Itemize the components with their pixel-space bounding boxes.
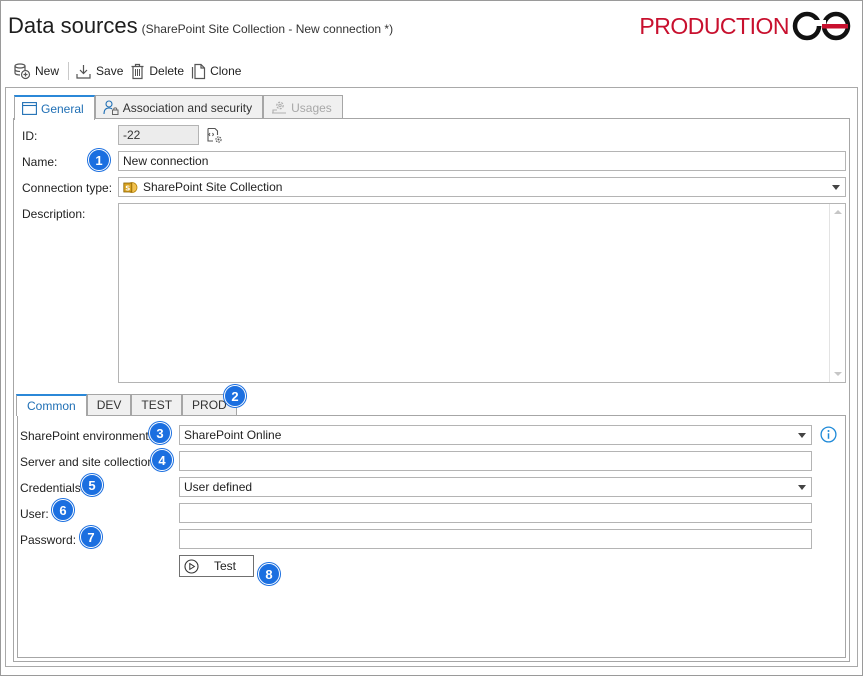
svg-text:S: S bbox=[125, 185, 130, 193]
environment-brand: PRODUCTION bbox=[639, 11, 854, 41]
id-field: -22 bbox=[118, 125, 199, 145]
sharepoint-environment-select[interactable]: SharePoint Online bbox=[179, 425, 812, 445]
info-icon[interactable] bbox=[820, 426, 837, 443]
password-input[interactable] bbox=[179, 529, 812, 549]
environment-label: PRODUCTION bbox=[639, 12, 789, 39]
main-tabs: General Association and security Usages bbox=[14, 95, 343, 120]
credentials-select[interactable]: User defined bbox=[179, 477, 812, 497]
tab-dev[interactable]: DEV bbox=[86, 394, 132, 415]
id-label: ID: bbox=[22, 129, 38, 143]
common-panel: SharePoint environment: 3 SharePoint Onl… bbox=[17, 415, 846, 658]
clone-button[interactable]: Clone bbox=[189, 63, 246, 80]
callout-badge-1: 1 bbox=[88, 149, 110, 171]
page-title: Data sources (SharePoint Site Collection … bbox=[8, 13, 393, 39]
tab-common[interactable]: Common bbox=[16, 394, 87, 416]
credentials-label: Credentials: bbox=[20, 481, 85, 495]
callout-badge-7: 7 bbox=[80, 526, 102, 548]
callout-badge-2: 2 bbox=[224, 385, 246, 407]
tab-general-label: General bbox=[41, 101, 84, 116]
toolbar-divider bbox=[68, 62, 70, 80]
tab-general[interactable]: General bbox=[14, 95, 95, 120]
tab-test[interactable]: TEST bbox=[131, 394, 183, 415]
callout-badge-3: 3 bbox=[149, 422, 171, 444]
connection-type-value: SharePoint Site Collection bbox=[143, 180, 283, 194]
id-settings-icon[interactable] bbox=[206, 127, 224, 145]
environment-tabs: Common DEV TEST PROD bbox=[16, 394, 237, 416]
general-panel: ID: -22 Name: 1 New connection Connectio… bbox=[13, 118, 850, 662]
test-button[interactable]: Test bbox=[179, 555, 254, 577]
tab-association-and-security[interactable]: Association and security bbox=[94, 95, 264, 119]
callout-badge-6: 6 bbox=[52, 499, 74, 521]
delete-button-label: Delete bbox=[149, 64, 185, 78]
sharepoint-environment-value: SharePoint Online bbox=[184, 428, 282, 442]
credentials-value: User defined bbox=[184, 480, 253, 494]
save-button-label: Save bbox=[96, 64, 124, 78]
save-button[interactable]: Save bbox=[73, 63, 128, 80]
chevron-down-icon bbox=[798, 433, 806, 438]
scroll-up-icon bbox=[834, 210, 842, 214]
data-sources-window: Data sources (SharePoint Site Collection … bbox=[0, 0, 863, 676]
delete-button[interactable]: Delete bbox=[128, 63, 189, 80]
new-button-label: New bbox=[35, 64, 60, 78]
user-lock-icon bbox=[103, 100, 119, 115]
server-and-site-collection-input[interactable] bbox=[179, 451, 812, 471]
save-download-icon bbox=[76, 64, 91, 79]
page-title-text: Data sources bbox=[8, 13, 138, 38]
tab-usages-label: Usages bbox=[291, 100, 332, 115]
description-label: Description: bbox=[22, 207, 86, 221]
page-subtitle: (SharePoint Site Collection - New connec… bbox=[141, 22, 394, 36]
play-circle-icon bbox=[184, 558, 199, 574]
user-label: User: bbox=[20, 507, 49, 521]
clone-document-icon bbox=[191, 63, 206, 79]
server-and-site-collection-label: Server and site collection: bbox=[20, 455, 158, 469]
user-input[interactable] bbox=[179, 503, 812, 523]
callout-badge-8: 8 bbox=[258, 563, 280, 585]
new-button[interactable]: New bbox=[11, 62, 64, 80]
new-database-icon bbox=[14, 63, 31, 80]
chevron-down-icon bbox=[798, 485, 806, 490]
chevron-down-icon bbox=[832, 185, 840, 190]
trash-icon bbox=[131, 63, 144, 79]
window-icon bbox=[22, 102, 37, 115]
description-textarea[interactable] bbox=[118, 203, 846, 383]
callout-badge-5: 5 bbox=[81, 474, 103, 496]
sharepoint-icon: S bbox=[123, 182, 138, 193]
password-label: Password: bbox=[20, 533, 77, 547]
webcon-logo-icon bbox=[792, 11, 851, 41]
callout-badge-4: 4 bbox=[151, 449, 173, 471]
scroll-down-icon bbox=[834, 372, 842, 376]
connection-type-label: Connection type: bbox=[22, 181, 113, 195]
tab-usages[interactable]: Usages bbox=[263, 95, 343, 119]
connection-type-select[interactable]: S SharePoint Site Collection bbox=[118, 177, 846, 197]
usages-gear-icon bbox=[272, 101, 287, 114]
name-input[interactable]: New connection bbox=[118, 151, 846, 171]
clone-button-label: Clone bbox=[210, 64, 242, 78]
main-container: General Association and security Usages bbox=[5, 87, 858, 667]
name-label: Name: bbox=[22, 155, 58, 169]
tab-association-label: Association and security bbox=[122, 100, 253, 115]
description-scrollbar[interactable] bbox=[829, 204, 845, 382]
toolbar: New Save Delete Clone bbox=[11, 60, 246, 82]
test-button-label: Test bbox=[214, 559, 237, 573]
sharepoint-environment-label: SharePoint environment: bbox=[20, 429, 153, 443]
